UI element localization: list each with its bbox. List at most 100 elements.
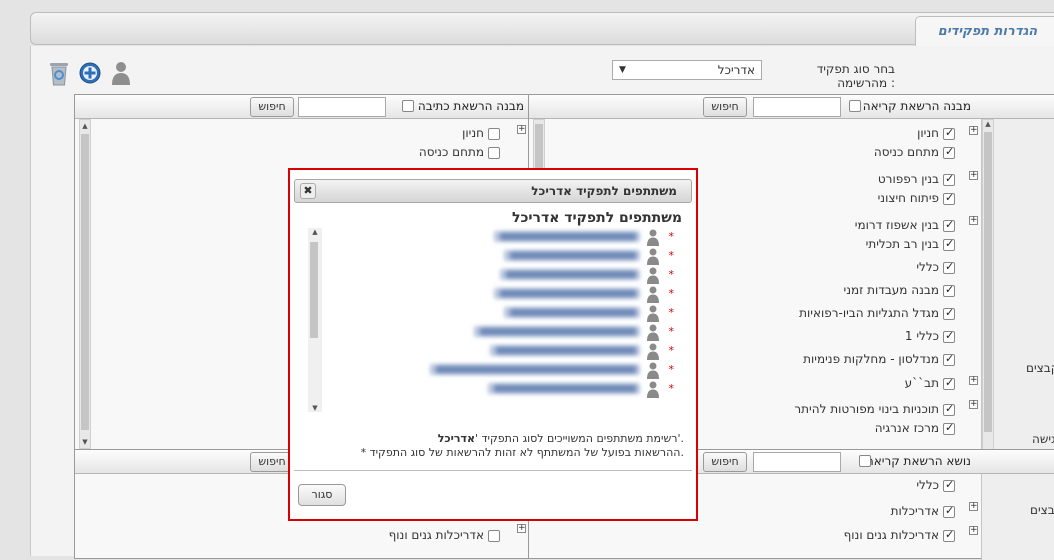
- write-structure-scrollbar[interactable]: ▲ ▼: [79, 119, 91, 449]
- checkbox[interactable]: [943, 191, 955, 205]
- read-structure-select-all[interactable]: [849, 100, 861, 112]
- tree-expand-icon[interactable]: +: [969, 126, 978, 135]
- tree-item[interactable]: מרכז אנרגיה: [875, 421, 955, 435]
- required-star: *: [668, 249, 675, 262]
- participant-row[interactable]: *: [308, 323, 680, 342]
- tree-item-label: בנין רפפורט: [877, 172, 939, 186]
- recycle-bin-icon[interactable]: [48, 60, 70, 86]
- tree-item[interactable]: תוכניות בינוי מפורטות להיתר: [794, 402, 955, 416]
- participant-name-redacted: [496, 347, 636, 354]
- role-select[interactable]: ▼ אדריכל: [612, 60, 762, 80]
- checkbox[interactable]: [943, 478, 955, 492]
- participant-row[interactable]: *: [308, 247, 680, 266]
- tree-expand-icon[interactable]: +: [517, 125, 526, 134]
- subject-read-search-button[interactable]: חיפוש: [703, 452, 747, 472]
- participant-row[interactable]: *: [308, 342, 680, 361]
- participant-row[interactable]: *: [308, 380, 680, 399]
- tree-item[interactable]: אדריכלות גנים ונוף: [844, 528, 955, 542]
- write-structure-search-button[interactable]: חיפוש: [250, 97, 294, 117]
- checkbox[interactable]: [943, 306, 955, 320]
- read-structure-scrollbar[interactable]: ▲: [982, 119, 994, 451]
- checkbox[interactable]: [943, 528, 955, 542]
- checkbox[interactable]: [943, 172, 955, 186]
- write-structure-search-input[interactable]: [298, 97, 386, 117]
- tree-item[interactable]: תב``ע: [905, 376, 955, 390]
- tree-expand-icon[interactable]: +: [517, 524, 526, 533]
- tree-expand-icon[interactable]: +: [969, 502, 978, 511]
- side-text-access: גישה: [1032, 432, 1054, 446]
- subject-read-title: נושא הרשאת קריאה: [865, 454, 971, 468]
- tree-expand-icon[interactable]: +: [969, 526, 978, 535]
- participant-row[interactable]: *: [308, 361, 680, 380]
- checkbox[interactable]: [943, 352, 955, 366]
- dropdown-arrow-icon: ▼: [619, 65, 626, 75]
- tree-expand-icon[interactable]: +: [969, 171, 978, 180]
- tree-item-label: מגדל התגליות הביו-רפואיות: [799, 306, 939, 320]
- tree-expand-icon[interactable]: +: [969, 216, 978, 225]
- tree-item[interactable]: מתחם כניסה: [874, 145, 955, 159]
- tree-expand-icon[interactable]: +: [969, 400, 978, 409]
- participant-row[interactable]: *: [308, 228, 680, 247]
- scroll-up-icon[interactable]: ▲: [983, 120, 993, 128]
- checkbox[interactable]: [943, 145, 955, 159]
- tree-item[interactable]: כללי: [916, 478, 955, 492]
- participant-row[interactable]: *: [308, 285, 680, 304]
- scroll-thumb[interactable]: [984, 132, 992, 432]
- checkbox[interactable]: [943, 402, 955, 416]
- close-icon[interactable]: ✖: [300, 183, 316, 199]
- checkbox[interactable]: [943, 126, 955, 140]
- write-structure-select-all[interactable]: [402, 100, 414, 112]
- tree-item[interactable]: כללי 1: [905, 329, 955, 343]
- tree-item[interactable]: בנין רפפורט: [878, 172, 955, 186]
- tab-role-settings[interactable]: הגדרות תפקידים: [915, 16, 1054, 46]
- participant-row[interactable]: *: [308, 266, 680, 285]
- tree-item-label: אדריכלות גנים ונוף: [843, 528, 939, 542]
- participant-name-redacted: [510, 252, 636, 259]
- tree-item[interactable]: כללי: [916, 260, 955, 274]
- dialog-note: רשימת משתתפים המשוייכים לסוג התפקיד 'אדר…: [294, 432, 684, 460]
- required-star: *: [668, 344, 675, 357]
- person-icon[interactable]: [110, 60, 132, 85]
- checkbox[interactable]: [943, 260, 955, 274]
- read-structure-search-input[interactable]: [753, 97, 841, 117]
- dialog-titlebar[interactable]: משתתפים לתפקיד אדריכל ✖: [294, 179, 692, 203]
- tree-item[interactable]: בנין אשפוז דרומי: [855, 218, 955, 232]
- checkbox[interactable]: [943, 237, 955, 251]
- tree-item[interactable]: מתחם כניסה: [419, 145, 500, 159]
- side-text-files2: בצים: [1030, 503, 1054, 517]
- add-circle-icon[interactable]: [79, 62, 101, 86]
- tree-item[interactable]: מבנה מעבדות זמני: [844, 283, 955, 297]
- tree-item-label: בנין אשפוז דרומי: [854, 218, 939, 232]
- scroll-up-icon[interactable]: ▲: [80, 122, 90, 130]
- tree-item-label: חניון: [462, 126, 484, 140]
- tree-item[interactable]: חניון: [917, 126, 955, 140]
- checkbox[interactable]: [943, 283, 955, 297]
- tree-item[interactable]: אדריכלות גנים ונוף: [389, 528, 500, 542]
- tree-item[interactable]: בנין רב תכליתי: [866, 237, 955, 251]
- tree-expand-icon[interactable]: +: [969, 376, 978, 385]
- tree-item[interactable]: חניון: [462, 126, 500, 140]
- tree-item[interactable]: אדריכלות: [891, 504, 955, 518]
- checkbox[interactable]: [943, 504, 955, 518]
- checkbox[interactable]: [943, 218, 955, 232]
- tree-item-label: כללי 1: [904, 329, 939, 343]
- checkbox[interactable]: [943, 329, 955, 343]
- checkbox[interactable]: [488, 146, 500, 159]
- tree-item[interactable]: פיתוח חיצוני: [878, 191, 955, 205]
- checkbox[interactable]: [488, 529, 500, 542]
- role-select-label: בחר סוג תפקיד מהרשימה :: [816, 62, 895, 90]
- participants-dialog: משתתפים לתפקיד אדריכל ✖ משתתפים לתפקיד א…: [288, 168, 698, 521]
- participant-row[interactable]: *: [308, 304, 680, 323]
- close-button[interactable]: סגור: [298, 484, 346, 506]
- checkbox[interactable]: [943, 421, 955, 435]
- subject-read-search-input[interactable]: [753, 452, 841, 472]
- read-structure-search-button[interactable]: חיפוש: [703, 97, 747, 117]
- subject-read-select-all[interactable]: [859, 455, 871, 467]
- scroll-thumb[interactable]: [81, 134, 89, 430]
- person-icon: [646, 342, 660, 361]
- scroll-down-icon[interactable]: ▼: [80, 438, 90, 446]
- tree-item[interactable]: מנדלסון - מחלקות פנימיות: [803, 352, 955, 366]
- checkbox[interactable]: [488, 127, 500, 140]
- tree-item[interactable]: מגדל התגליות הביו-רפואיות: [799, 306, 955, 320]
- checkbox[interactable]: [943, 376, 955, 390]
